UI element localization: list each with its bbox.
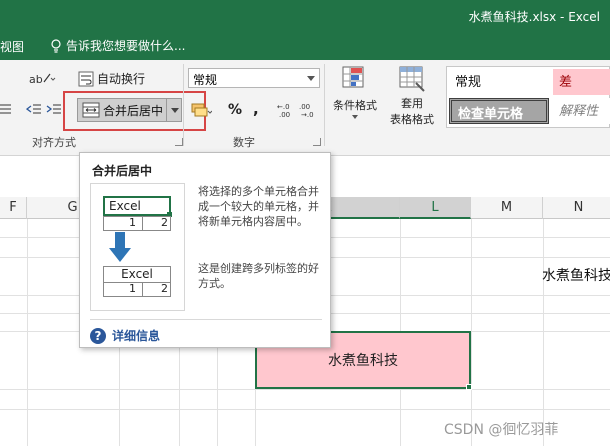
number-group-label: 数字 [233, 136, 255, 149]
window-title: 水煮鱼科技.xlsx - Excel [468, 10, 600, 24]
tooltip-title: 合并后居中 [92, 164, 153, 178]
more-info-label: 详细信息 [112, 329, 161, 343]
tooltip-description-extra: 这是创建跨多列标签的好方式。 [198, 262, 319, 290]
lightbulb-icon [51, 38, 61, 53]
grid-line [471, 219, 472, 446]
annotation-highlight [63, 91, 206, 131]
merge-center-tooltip: 合并后居中 Excel 1 2 Excel 1 2 将选择的多个单元格合并成一个… [79, 152, 331, 348]
decrease-indent-icon [26, 104, 41, 114]
format-table-icon [399, 66, 425, 92]
illustration-label: Excel [121, 267, 153, 281]
svg-text:→.0: →.0 [301, 111, 314, 118]
format-as-table-label-1: 套用 [401, 97, 423, 110]
arrow-down-icon [109, 232, 131, 262]
currency-icon [191, 103, 212, 117]
alignment-group-label: 对齐方式 [32, 136, 76, 149]
illustration-merged-cell: Excel [103, 266, 171, 283]
alignment-launcher-icon[interactable] [175, 138, 183, 146]
svg-text:.00: .00 [299, 103, 310, 111]
tooltip-divider [90, 319, 322, 320]
column-header[interactable]: M [471, 197, 543, 219]
increase-indent-button[interactable] [46, 102, 62, 116]
column-header[interactable]: N [543, 197, 610, 219]
percent-button[interactable]: % [228, 102, 242, 118]
grid-line [27, 219, 28, 446]
format-as-table-button[interactable]: 套用 表格格式 [384, 65, 440, 133]
merge-illustration: Excel 1 2 Excel 1 2 [90, 183, 185, 311]
grid-line [0, 409, 610, 410]
number-format-dropdown[interactable]: 常规 [188, 68, 320, 88]
align-lines-icon [0, 104, 11, 114]
conditional-format-icon [342, 66, 364, 88]
svg-text:.00: .00 [279, 111, 290, 118]
decrease-decimal-button[interactable]: .00 →.0 [299, 102, 317, 118]
help-icon: ? [90, 327, 106, 344]
wrap-text-button[interactable]: 自动换行 [78, 70, 145, 87]
tab-view[interactable]: 视图 [0, 38, 24, 55]
illustration-cell: Excel [103, 196, 171, 216]
grid-line [0, 389, 610, 390]
style-bad[interactable]: 差 [553, 69, 610, 95]
conditional-format-label: 条件格式 [333, 99, 377, 112]
tooltip-description: 将选择的多个单元格合并成一个较大的单元格，并将新单元格内容居中。 [198, 185, 319, 228]
column-header[interactable]: F [0, 197, 27, 219]
conditional-format-button[interactable]: 条件格式 [331, 65, 379, 133]
number-launcher-icon[interactable] [313, 138, 321, 146]
fill-handle[interactable] [466, 384, 472, 390]
chevron-down-icon [307, 76, 315, 81]
svg-text:ab: ab [29, 73, 43, 86]
svg-text:←.0: ←.0 [277, 103, 290, 111]
increase-decimal-icon: ←.0 .00 [277, 103, 290, 118]
group-separator [183, 64, 184, 146]
accounting-format-button[interactable] [190, 101, 212, 119]
title-bar: 水煮鱼科技.xlsx - Excel [0, 0, 610, 32]
more-info-link[interactable]: ? 详细信息 [90, 327, 160, 344]
merged-cell-text: 水煮鱼科技 [328, 353, 398, 369]
illustration-number: 2 [161, 216, 168, 229]
group-separator [324, 64, 325, 146]
wrap-text-label: 自动换行 [97, 72, 146, 86]
style-check-cell[interactable]: 检查单元格 [449, 98, 549, 124]
illustration-number: 1 [129, 216, 136, 229]
tell-me-box[interactable]: 告诉我您想要做什么... [50, 37, 185, 54]
style-normal[interactable]: 常规 [449, 69, 549, 95]
menu-row: 视图 告诉我您想要做什么... [0, 32, 610, 60]
orientation-icon: ab [29, 73, 56, 86]
illustration-cell [103, 216, 143, 231]
comma-button[interactable]: , [253, 100, 259, 118]
decrease-decimal-icon: .00 →.0 [299, 103, 314, 118]
increase-decimal-button[interactable]: ←.0 .00 [277, 102, 295, 118]
ribbon: ab 自动换行 合并后居中 对齐方式 常规 % , ←.0 .00 .00 →.… [0, 60, 610, 156]
watermark: CSDN @徊忆羽菲 [444, 422, 559, 438]
orientation-button[interactable]: ab [28, 70, 56, 86]
cell-text[interactable]: 水煮鱼科技 [542, 265, 610, 285]
wrap-text-icon [78, 71, 94, 86]
align-left-button[interactable] [0, 102, 12, 116]
cell-styles-gallery: 常规 差 检查单元格 解释性 [446, 66, 610, 128]
decrease-indent-button[interactable] [26, 102, 42, 116]
increase-indent-icon [46, 104, 61, 114]
format-as-table-label-2: 表格格式 [390, 113, 434, 126]
illustration-number: 1 [129, 282, 136, 295]
grid-line [543, 219, 544, 446]
illustration-label: Excel [109, 199, 141, 213]
chevron-down-icon [352, 115, 358, 119]
number-format-value: 常规 [193, 73, 218, 87]
illustration-cell [103, 282, 143, 297]
column-header[interactable]: L [400, 197, 471, 219]
style-explanatory[interactable]: 解释性 [553, 98, 610, 124]
illustration-number: 2 [161, 282, 168, 295]
tell-me-text: 告诉我您想要做什么... [66, 39, 186, 53]
